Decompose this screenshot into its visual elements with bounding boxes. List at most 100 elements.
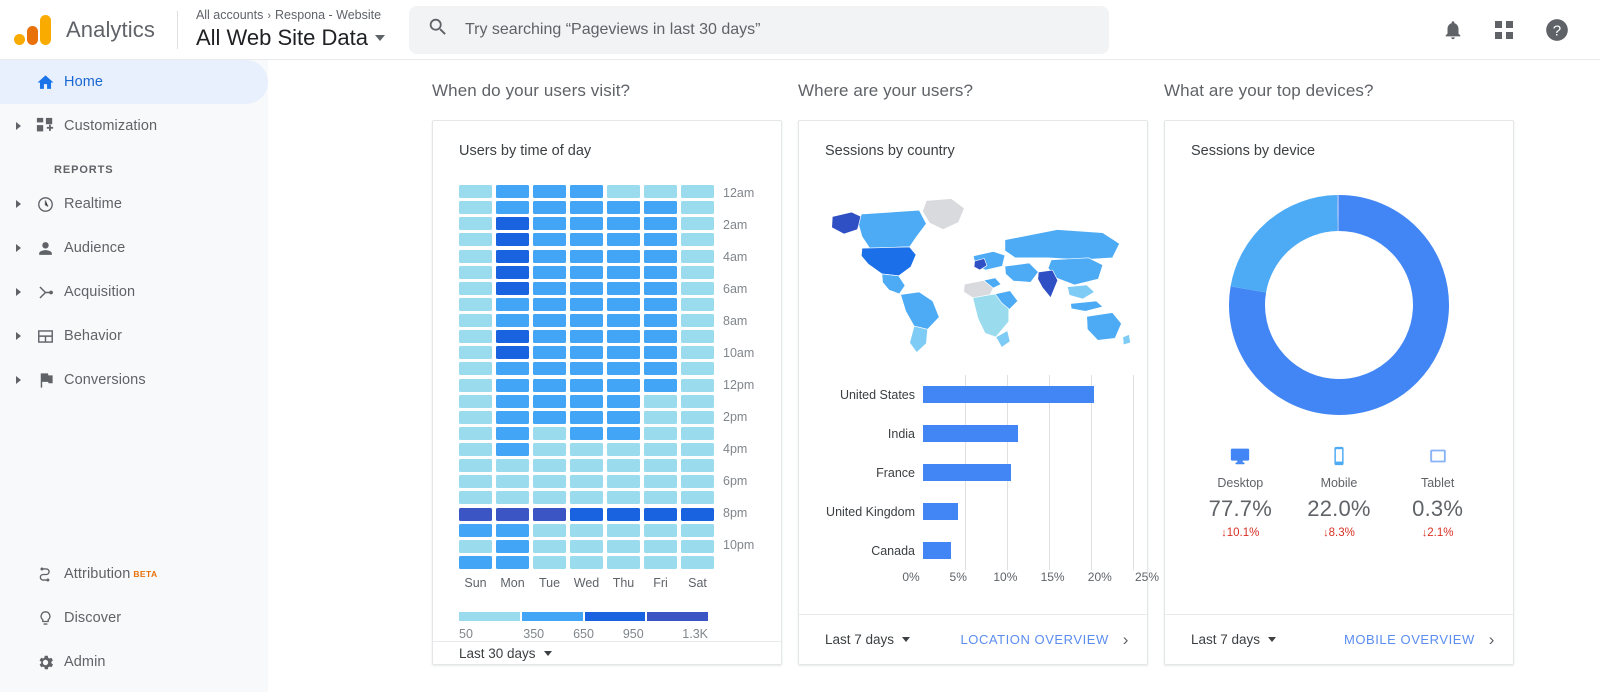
- heatmap-cell[interactable]: [459, 555, 492, 569]
- country-bar-row[interactable]: United States: [811, 375, 1134, 414]
- heatmap-cell[interactable]: [681, 217, 714, 231]
- sidebar-item-home[interactable]: Home: [0, 60, 268, 104]
- heatmap-cell[interactable]: [496, 378, 529, 392]
- heatmap-cell[interactable]: [570, 185, 603, 198]
- search-input[interactable]: [464, 20, 1091, 39]
- heatmap-cell[interactable]: [607, 346, 640, 360]
- heatmap-cell[interactable]: [533, 330, 566, 344]
- heatmap-cell[interactable]: [459, 523, 492, 537]
- country-bar-row[interactable]: France: [811, 453, 1134, 492]
- heatmap-cell[interactable]: [607, 297, 640, 311]
- heatmap-cell[interactable]: [496, 330, 529, 344]
- heatmap-cell[interactable]: [607, 265, 640, 279]
- country-bar-fill[interactable]: [923, 464, 1012, 481]
- expand-arrow-icon[interactable]: [10, 332, 26, 340]
- heatmap-cell[interactable]: [570, 475, 603, 489]
- heatmap-cell[interactable]: [607, 523, 640, 537]
- heatmap-cell[interactable]: [681, 475, 714, 489]
- heatmap-cell[interactable]: [607, 314, 640, 327]
- heatmap-cell[interactable]: [644, 475, 677, 489]
- heatmap-cell[interactable]: [681, 410, 714, 424]
- heatmap-cell[interactable]: [496, 555, 529, 569]
- heatmap-cell[interactable]: [496, 185, 529, 198]
- heatmap-cell[interactable]: [607, 426, 640, 440]
- heatmap-cell[interactable]: [570, 346, 603, 360]
- heatmap-cell[interactable]: [533, 249, 566, 263]
- country-bar-row[interactable]: Canada: [811, 531, 1134, 570]
- heatmap-cell[interactable]: [533, 475, 566, 489]
- heatmap-cell[interactable]: [496, 233, 529, 247]
- heatmap-cell[interactable]: [533, 491, 566, 505]
- bell-icon[interactable]: [1442, 19, 1464, 41]
- heatmap-cell[interactable]: [570, 426, 603, 440]
- sidebar-item-behavior[interactable]: Behavior: [0, 314, 268, 358]
- heatmap-cell[interactable]: [570, 491, 603, 505]
- heatmap-cell[interactable]: [644, 362, 677, 376]
- heatmap-cell[interactable]: [570, 394, 603, 408]
- heatmap-cell[interactable]: [607, 507, 640, 521]
- breadcrumb-property[interactable]: Respona - Website: [275, 8, 381, 22]
- expand-arrow-icon[interactable]: [10, 288, 26, 296]
- date-range-picker[interactable]: Last 7 days: [825, 632, 911, 647]
- heatmap-cell[interactable]: [459, 539, 492, 553]
- heatmap-cell[interactable]: [644, 330, 677, 344]
- heatmap-cell[interactable]: [533, 507, 566, 521]
- heatmap-cell[interactable]: [644, 523, 677, 537]
- heatmap-cell[interactable]: [681, 281, 714, 295]
- heatmap-cell[interactable]: [496, 362, 529, 376]
- country-bar-row[interactable]: India: [811, 414, 1134, 453]
- heatmap-cell[interactable]: [570, 410, 603, 424]
- view-name[interactable]: All Web Site Data: [196, 24, 385, 52]
- heatmap-cell[interactable]: [496, 249, 529, 263]
- heatmap-cell[interactable]: [607, 410, 640, 424]
- heatmap-cell[interactable]: [681, 346, 714, 360]
- heatmap-cell[interactable]: [607, 217, 640, 231]
- heatmap-cell[interactable]: [644, 201, 677, 215]
- heatmap-cell[interactable]: [496, 201, 529, 215]
- heatmap-cell[interactable]: [459, 362, 492, 376]
- heatmap-cell[interactable]: [496, 475, 529, 489]
- country-bar-row[interactable]: United Kingdom: [811, 492, 1134, 531]
- heatmap-cell[interactable]: [496, 297, 529, 311]
- heatmap-cell[interactable]: [570, 378, 603, 392]
- heatmap-cell[interactable]: [644, 394, 677, 408]
- heatmap-cell[interactable]: [533, 539, 566, 553]
- heatmap-cell[interactable]: [607, 394, 640, 408]
- heatmap-cell[interactable]: [644, 507, 677, 521]
- heatmap-cell[interactable]: [459, 217, 492, 231]
- heatmap-cell[interactable]: [570, 459, 603, 473]
- heatmap-cell[interactable]: [570, 362, 603, 376]
- search-bar[interactable]: [408, 5, 1109, 54]
- heatmap-cell[interactable]: [459, 507, 492, 521]
- heatmap-cell[interactable]: [607, 281, 640, 295]
- heatmap-cell[interactable]: [570, 297, 603, 311]
- heatmap-cell[interactable]: [644, 265, 677, 279]
- heatmap-cell[interactable]: [681, 378, 714, 392]
- heatmap-cell[interactable]: [681, 443, 714, 456]
- heatmap-cell[interactable]: [459, 378, 492, 392]
- heatmap-cell[interactable]: [607, 249, 640, 263]
- heatmap-cell[interactable]: [459, 249, 492, 263]
- heatmap-cell[interactable]: [533, 523, 566, 537]
- heatmap-cell[interactable]: [496, 507, 529, 521]
- country-bar-fill[interactable]: [923, 386, 1094, 403]
- heatmap-cell[interactable]: [644, 217, 677, 231]
- heatmap-cell[interactable]: [681, 507, 714, 521]
- country-bar-fill[interactable]: [923, 425, 1018, 442]
- heatmap-cell[interactable]: [459, 281, 492, 295]
- account-selector[interactable]: All accounts › Respona - Website All Web S…: [196, 7, 385, 52]
- heatmap-cell[interactable]: [533, 378, 566, 392]
- donut-segment[interactable]: [1230, 195, 1339, 294]
- sidebar-item-acquisition[interactable]: Acquisition: [0, 270, 268, 314]
- heatmap-cell[interactable]: [570, 265, 603, 279]
- heatmap-cell[interactable]: [681, 555, 714, 569]
- heatmap-cell[interactable]: [570, 281, 603, 295]
- heatmap-cell[interactable]: [607, 362, 640, 376]
- heatmap-cell[interactable]: [607, 330, 640, 344]
- heatmap-cell[interactable]: [681, 233, 714, 247]
- heatmap-cell[interactable]: [533, 346, 566, 360]
- heatmap-cell[interactable]: [607, 539, 640, 553]
- heatmap-cell[interactable]: [644, 346, 677, 360]
- heatmap-cell[interactable]: [496, 394, 529, 408]
- heatmap-grid[interactable]: [459, 185, 714, 569]
